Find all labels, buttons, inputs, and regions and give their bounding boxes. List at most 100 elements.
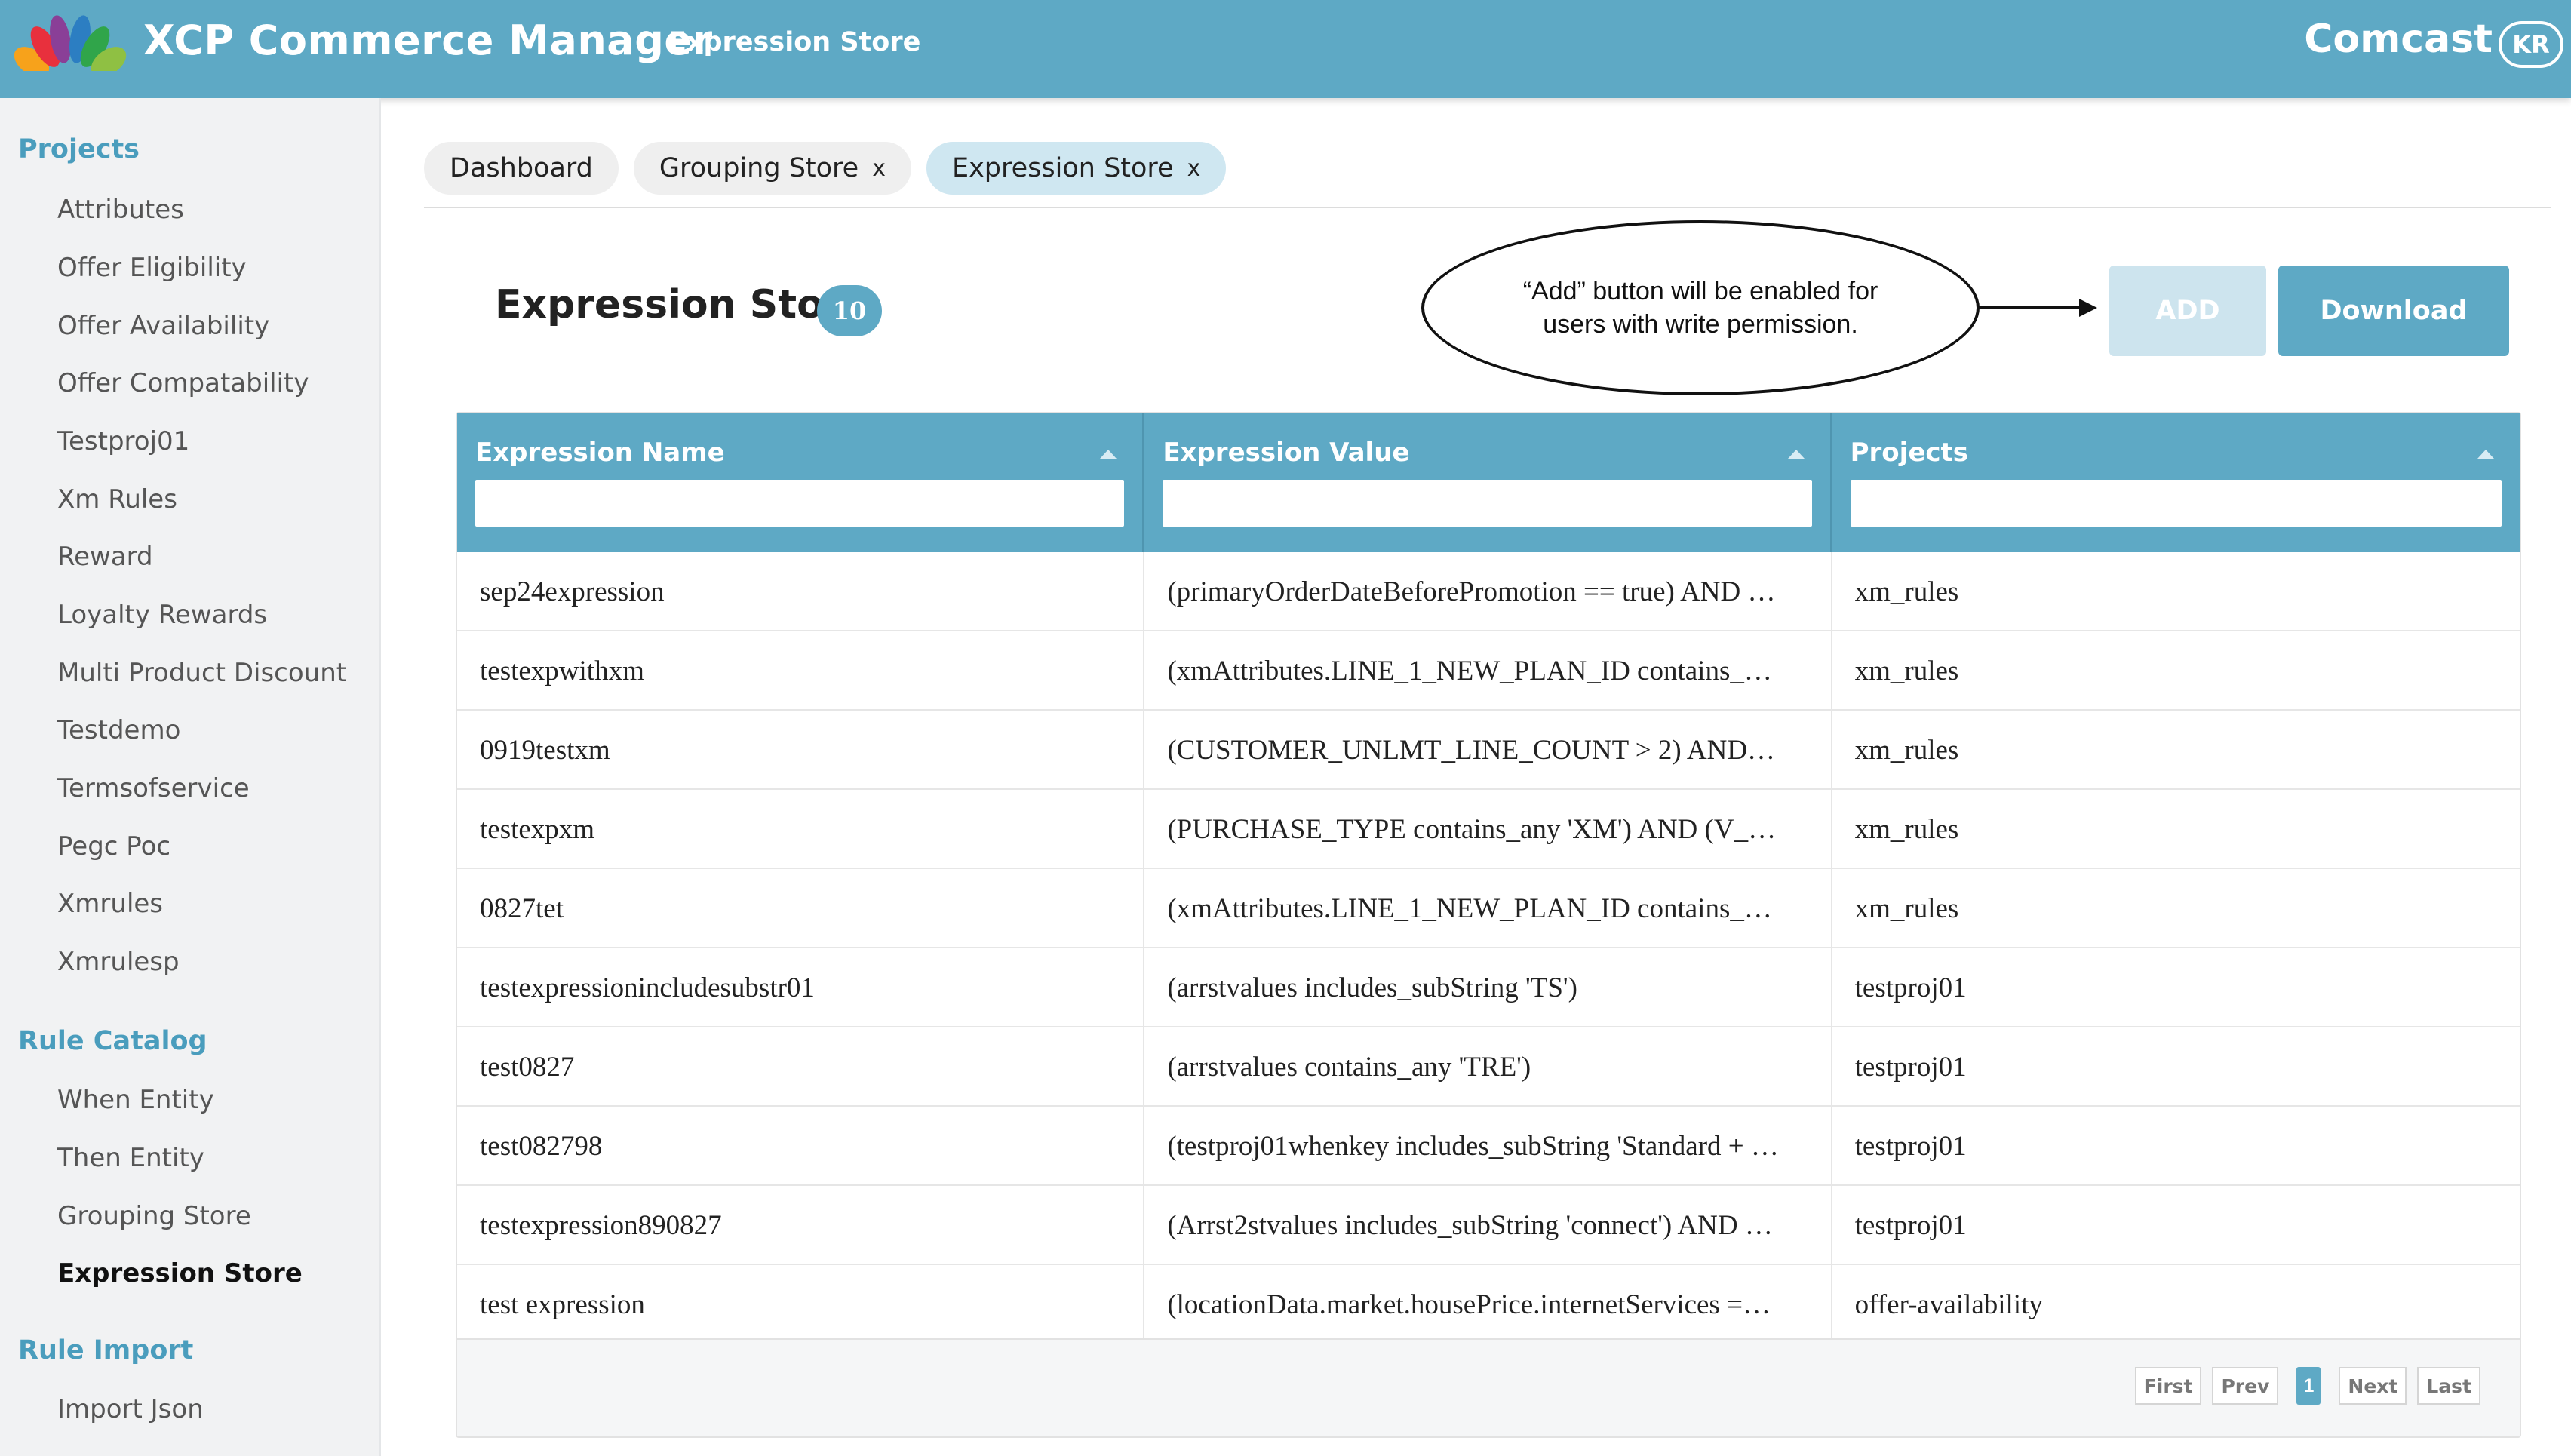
column-header-expression-value[interactable]: Expression Value bbox=[1144, 413, 1832, 552]
tab-dashboard[interactable]: Dashboard bbox=[424, 142, 619, 195]
annotation-text: “Add” button will be enabled for users w… bbox=[1522, 277, 1878, 339]
table-row[interactable]: testexpressionincludesubstr01 (arrstvalu… bbox=[457, 948, 2520, 1027]
table-body: sep24expression (primaryOrderDateBeforeP… bbox=[457, 552, 2520, 1340]
sidebar-item-when-entity[interactable]: When Entity bbox=[57, 1085, 214, 1115]
table-row[interactable]: test0827 (arrstvalues contains_any 'TRE'… bbox=[457, 1027, 2520, 1107]
projects-cell: offer-availability bbox=[1832, 1265, 2520, 1340]
sidebar-item-attributes[interactable]: Attributes bbox=[57, 195, 184, 225]
projects-cell: xm_rules bbox=[1832, 869, 2520, 948]
column-label: Expression Value bbox=[1163, 438, 1410, 468]
sidebar-item-testdemo[interactable]: Testdemo bbox=[57, 715, 180, 745]
sidebar-item-then-entity[interactable]: Then Entity bbox=[57, 1143, 204, 1173]
app-title: XCP Commerce Manager bbox=[143, 17, 713, 64]
table-row[interactable]: test expression (locationData.market.hou… bbox=[457, 1265, 2520, 1340]
table-row[interactable]: 0827tet (xmAttributes.LINE_1_NEW_PLAN_ID… bbox=[457, 869, 2520, 948]
sidebar-section-rule-import[interactable]: Rule Import bbox=[18, 1335, 193, 1365]
cell-text: testexpxm bbox=[480, 814, 595, 845]
column-header-expression-name[interactable]: Expression Name bbox=[457, 413, 1145, 552]
sidebar-item-multi-product-discount[interactable]: Multi Product Discount bbox=[57, 658, 346, 688]
expression-name-cell: sep24expression bbox=[457, 552, 1145, 631]
sidebar-item-xmrulesp[interactable]: Xmrulesp bbox=[57, 947, 180, 977]
projects-filter-input[interactable] bbox=[1850, 480, 2502, 527]
header-page-label: Expression Store bbox=[668, 27, 921, 57]
table-row[interactable]: testexpxm (PURCHASE_TYPE contains_any 'X… bbox=[457, 790, 2520, 869]
sort-asc-icon[interactable] bbox=[1100, 450, 1117, 459]
cell-text: xm_rules bbox=[1854, 656, 1959, 687]
current-page-button[interactable]: 1 bbox=[2296, 1367, 2321, 1405]
arrow-right-icon bbox=[1977, 299, 2097, 317]
table-row[interactable]: 0919testxm (CUSTOMER_UNLMT_LINE_COUNT > … bbox=[457, 711, 2520, 790]
sidebar-item-expression-store[interactable]: Expression Store bbox=[57, 1258, 303, 1289]
expression-table: Expression Name Expression Value Project… bbox=[456, 412, 2521, 1438]
next-page-button[interactable]: Next bbox=[2339, 1367, 2407, 1405]
prev-page-button[interactable]: Prev bbox=[2212, 1367, 2279, 1405]
expression-value-cell: (arrstvalues contains_any 'TRE') bbox=[1144, 1027, 1832, 1107]
sidebar: Projects Attributes Offer Eligibility Of… bbox=[0, 98, 381, 1456]
last-page-button[interactable]: Last bbox=[2417, 1367, 2480, 1405]
cell-text: test0827 bbox=[480, 1052, 575, 1083]
expression-name-filter-input[interactable] bbox=[475, 480, 1125, 527]
cell-text: (xmAttributes.LINE_1_NEW_PLAN_ID contain… bbox=[1167, 893, 1772, 924]
sidebar-item-testproj01[interactable]: Testproj01 bbox=[57, 426, 189, 456]
sidebar-item-offer-eligibility[interactable]: Offer Eligibility bbox=[57, 253, 247, 283]
sidebar-item-offer-availability[interactable]: Offer Availability bbox=[57, 311, 269, 341]
cell-text: test expression bbox=[480, 1289, 645, 1320]
table-row[interactable]: sep24expression (primaryOrderDateBeforeP… bbox=[457, 552, 2520, 631]
tab-label: Grouping Store bbox=[659, 153, 859, 183]
expression-value-cell: (CUSTOMER_UNLMT_LINE_COUNT > 2) AND… bbox=[1144, 711, 1832, 790]
cell-text: testproj01 bbox=[1854, 972, 1967, 1003]
table-row[interactable]: testexpwithxm (xmAttributes.LINE_1_NEW_P… bbox=[457, 631, 2520, 711]
tab-divider bbox=[424, 207, 2551, 208]
projects-cell: testproj01 bbox=[1832, 1107, 2520, 1186]
user-avatar[interactable]: KR bbox=[2499, 21, 2563, 68]
cell-text: testproj01 bbox=[1854, 1052, 1967, 1083]
sidebar-item-loyalty-rewards[interactable]: Loyalty Rewards bbox=[57, 600, 267, 630]
table-row[interactable]: test082798 (testproj01whenkey includes_s… bbox=[457, 1107, 2520, 1186]
tab-grouping-store[interactable]: Grouping Store x bbox=[633, 142, 911, 195]
nbc-peacock-logo[interactable] bbox=[14, 9, 128, 81]
sidebar-item-reward[interactable]: Reward bbox=[57, 542, 153, 572]
expression-name-cell: testexpressionincludesubstr01 bbox=[457, 948, 1145, 1027]
sidebar-item-xm-rules[interactable]: Xm Rules bbox=[57, 484, 177, 515]
projects-cell: testproj01 bbox=[1832, 948, 2520, 1027]
sort-asc-icon[interactable] bbox=[1787, 450, 1805, 459]
close-icon[interactable]: x bbox=[872, 155, 886, 182]
first-page-button[interactable]: First bbox=[2134, 1367, 2202, 1405]
app-header: XCP Commerce Manager Expression Store Co… bbox=[0, 0, 2571, 98]
expression-value-cell: (xmAttributes.LINE_1_NEW_PLAN_ID contain… bbox=[1144, 869, 1832, 948]
column-header-projects[interactable]: Projects bbox=[1832, 413, 2520, 552]
table-row[interactable]: testexpression890827 (Arrst2stvalues inc… bbox=[457, 1186, 2520, 1265]
sidebar-item-grouping-store[interactable]: Grouping Store bbox=[57, 1201, 251, 1231]
download-button[interactable]: Download bbox=[2278, 266, 2509, 356]
table-footer: First Prev 1 Next Last bbox=[457, 1338, 2520, 1436]
cell-text: (testproj01whenkey includes_subString 'S… bbox=[1167, 1131, 1779, 1162]
column-label: Projects bbox=[1850, 438, 1969, 468]
cell-text: xm_rules bbox=[1854, 893, 1959, 924]
cell-text: sep24expression bbox=[480, 576, 665, 607]
tab-label: Expression Store bbox=[951, 153, 1174, 183]
add-button[interactable]: ADD bbox=[2109, 266, 2266, 356]
projects-cell: testproj01 bbox=[1832, 1027, 2520, 1107]
expression-value-filter-input[interactable] bbox=[1163, 480, 1812, 527]
expression-name-cell: test0827 bbox=[457, 1027, 1145, 1107]
tab-label: Dashboard bbox=[450, 153, 593, 183]
tab-expression-store[interactable]: Expression Store x bbox=[926, 142, 1227, 195]
sidebar-item-pegc-poc[interactable]: Pegc Poc bbox=[57, 831, 170, 862]
annotation-callout: “Add” button will be enabled for users w… bbox=[1421, 220, 1980, 395]
pagination: First Prev 1 Next Last bbox=[2134, 1367, 2480, 1405]
cell-text: (xmAttributes.LINE_1_NEW_PLAN_ID contain… bbox=[1167, 656, 1772, 687]
sidebar-section-projects[interactable]: Projects bbox=[18, 134, 140, 164]
sidebar-item-termsofservice[interactable]: Termsofservice bbox=[57, 773, 250, 803]
sidebar-section-rule-catalog[interactable]: Rule Catalog bbox=[18, 1026, 207, 1056]
sidebar-item-xmrules[interactable]: Xmrules bbox=[57, 889, 163, 919]
cell-text: (arrstvalues contains_any 'TRE') bbox=[1167, 1052, 1531, 1083]
sidebar-item-offer-compatability[interactable]: Offer Compatability bbox=[57, 368, 309, 398]
sort-asc-icon[interactable] bbox=[2477, 450, 2494, 459]
cell-text: 0919testxm bbox=[480, 735, 610, 766]
expression-value-cell: (xmAttributes.LINE_1_NEW_PLAN_ID contain… bbox=[1144, 631, 1832, 711]
sidebar-item-import-json[interactable]: Import Json bbox=[57, 1394, 204, 1424]
close-icon[interactable]: x bbox=[1187, 155, 1201, 182]
cell-text: (PURCHASE_TYPE contains_any 'XM') AND (V… bbox=[1167, 814, 1777, 845]
expression-name-cell: test expression bbox=[457, 1265, 1145, 1340]
expression-value-cell: (testproj01whenkey includes_subString 'S… bbox=[1144, 1107, 1832, 1186]
